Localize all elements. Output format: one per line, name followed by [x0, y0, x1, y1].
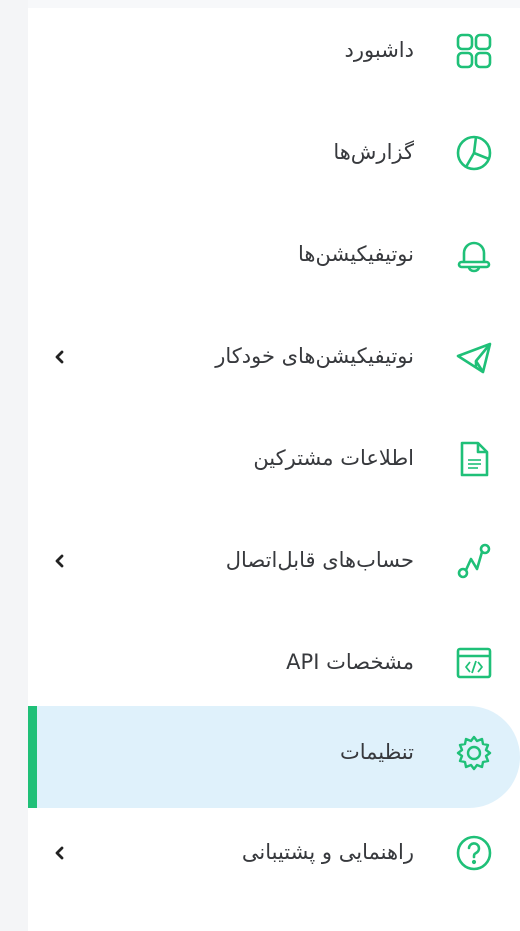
sidebar-item-subscribers[interactable]: اطلاعات مشترکین: [28, 408, 520, 510]
code-window-icon: [454, 643, 494, 683]
help-circle-icon: [454, 833, 494, 873]
chevron-left-icon[interactable]: [50, 347, 70, 367]
document-icon: [454, 439, 494, 479]
sidebar-item-label: داشبورد: [344, 38, 414, 62]
sidebar-item-connectable-accounts[interactable]: حساب‌های قابل‌اتصال: [28, 510, 520, 612]
sidebar-item-label: حساب‌های قابل‌اتصال: [225, 548, 414, 572]
chevron-left-icon[interactable]: [50, 843, 70, 863]
paper-plane-icon: [454, 337, 494, 377]
sidebar: داشبورد گزارش‌ها نوتیفیکیشن‌ها: [28, 0, 520, 931]
sidebar-item-settings[interactable]: تنظیمات: [28, 706, 520, 808]
bell-icon: [454, 235, 494, 275]
sidebar-item-reports[interactable]: گزارش‌ها: [28, 102, 520, 204]
connection-nodes-icon: [454, 541, 494, 581]
chevron-left-icon[interactable]: [50, 551, 70, 571]
pie-chart-icon: [454, 133, 494, 173]
gear-icon: [454, 733, 494, 773]
sidebar-item-label: نوتیفیکیشن‌ها: [298, 242, 414, 266]
active-indicator: [28, 706, 37, 808]
sidebar-item-label: گزارش‌ها: [333, 140, 414, 164]
sidebar-item-auto-notifications[interactable]: نوتیفیکیشن‌های خودکار: [28, 306, 520, 408]
sidebar-item-dashboard[interactable]: داشبورد: [28, 0, 520, 102]
sidebar-item-label: مشخصات API: [286, 650, 414, 674]
sidebar-item-help-support[interactable]: راهنمایی و پشتیبانی: [28, 808, 520, 910]
sidebar-item-label: نوتیفیکیشن‌های خودکار: [215, 344, 414, 368]
sidebar-item-label: اطلاعات مشترکین: [253, 446, 414, 470]
sidebar-item-api-specs[interactable]: مشخصات API: [28, 612, 520, 714]
sidebar-item-notifications[interactable]: نوتیفیکیشن‌ها: [28, 204, 520, 306]
sidebar-item-label: راهنمایی و پشتیبانی: [241, 840, 414, 864]
grid-icon: [454, 31, 494, 71]
sidebar-item-label: تنظیمات: [339, 740, 414, 764]
